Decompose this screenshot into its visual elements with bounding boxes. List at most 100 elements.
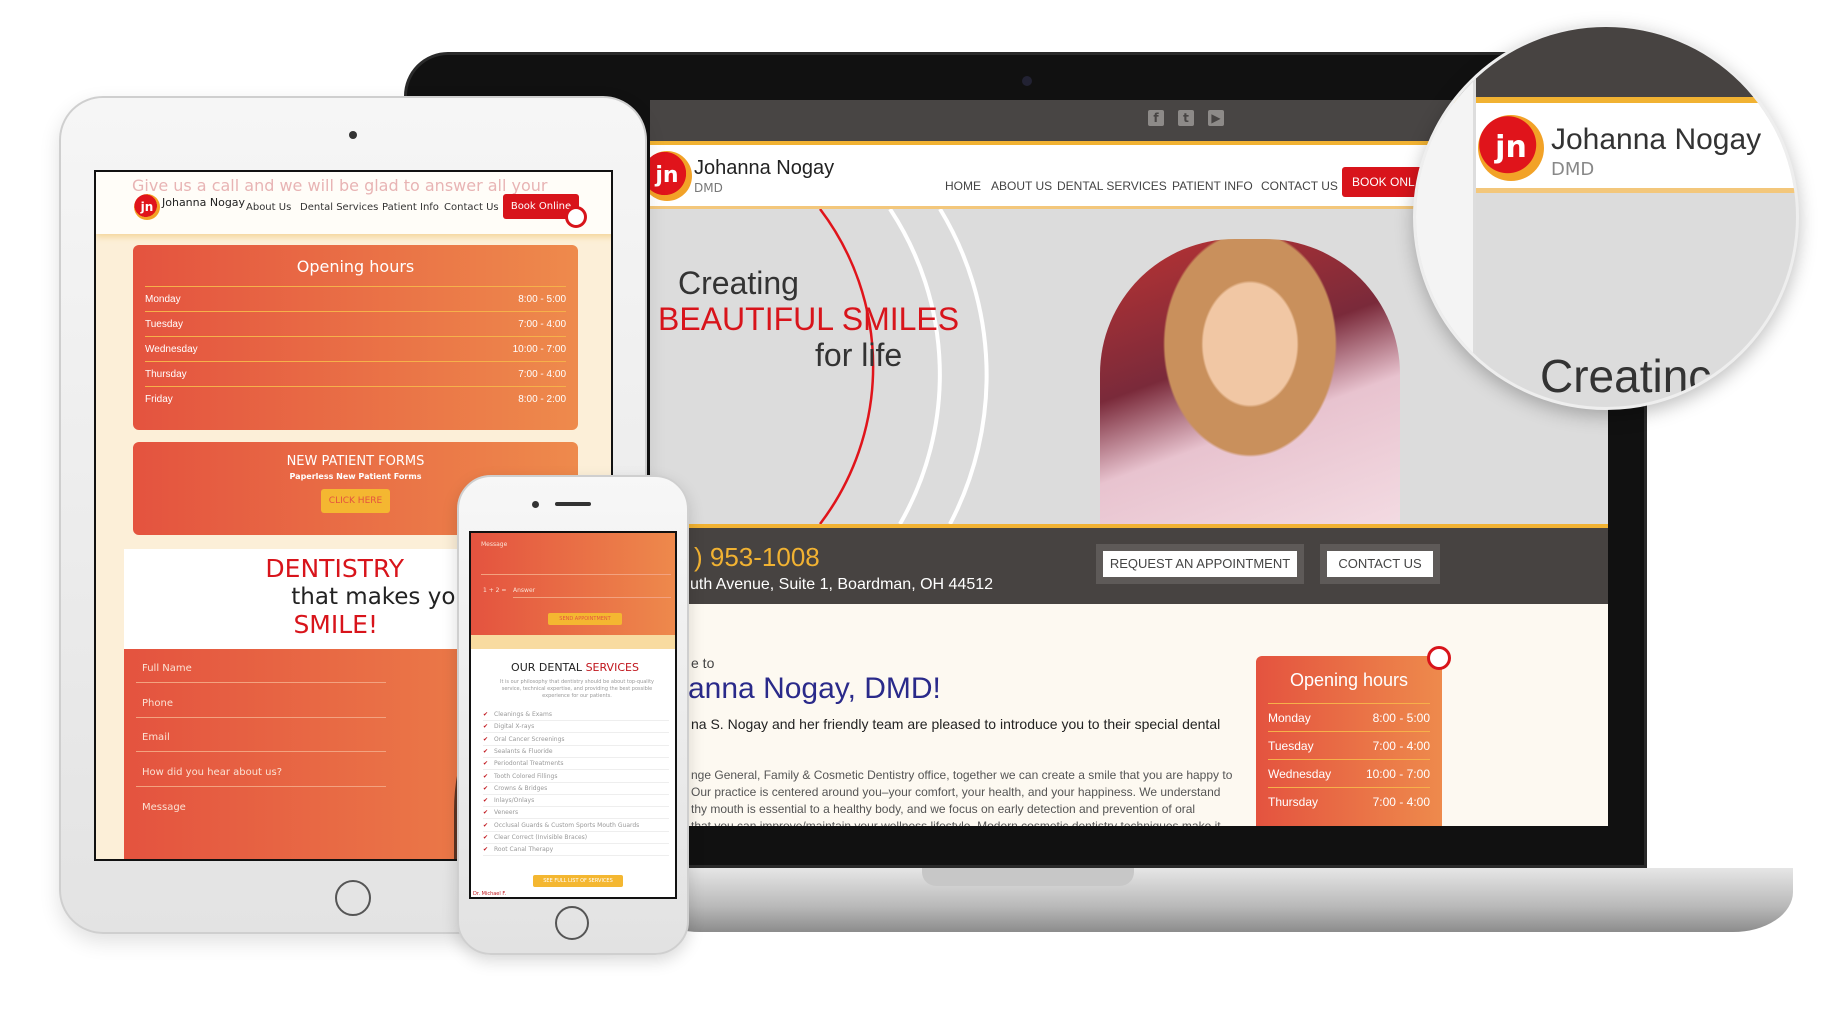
body-line: Our practice is centered around you–your…: [691, 785, 1221, 799]
hours-title: Opening hours: [296, 257, 415, 276]
time: 7:00 - 4:00: [1372, 795, 1430, 809]
message-field[interactable]: Message: [136, 802, 386, 813]
service-item: ✔ Oral Cancer Screenings: [483, 734, 669, 746]
welcome-title: anna Nogay, DMD!: [688, 672, 941, 705]
service-label: Cleanings & Exams: [494, 711, 552, 718]
laptop-notch: [922, 868, 1134, 886]
address: uth Avenue, Suite 1, Boardman, OH 44512: [690, 576, 994, 593]
contact-us-button[interactable]: CONTACT US: [1320, 544, 1440, 584]
hero-line-3: for life: [815, 337, 903, 373]
service-item: ✔ Clear Correct (Invisible Braces): [483, 832, 669, 844]
day: Tuesday: [145, 319, 183, 330]
hours-row: Wednesday 10:00 - 7:00: [1268, 759, 1430, 787]
tablet-home-button[interactable]: [335, 880, 371, 916]
hours-row: Tuesday 7:00 - 4:00: [1268, 731, 1430, 759]
phone-message-field[interactable]: Message: [481, 541, 671, 575]
hours-row: Monday 8:00 - 5:00: [1268, 703, 1430, 731]
tablet-logo-icon[interactable]: jn: [134, 194, 160, 220]
tablet-hours-card: Opening hours Monday 8:00 - 5:00 Tuesday 7…: [133, 245, 578, 430]
email-field[interactable]: Email: [136, 732, 386, 752]
youtube-icon[interactable]: ▶: [1208, 110, 1224, 126]
service-item: ✔ Periodontal Treatments: [483, 758, 669, 771]
magnified-logo-icon: jn: [1478, 115, 1544, 181]
services-title-a: OUR DENTAL: [511, 661, 583, 674]
service-label: Occlusal Guards & Custom Sports Mouth Gu…: [494, 821, 640, 829]
check-icon: ✔: [483, 797, 489, 805]
body-line: nge General, Family & Cosmetic Dentistry…: [691, 768, 1233, 782]
service-label: Digital X-rays: [494, 723, 535, 731]
service-label: Oral Cancer Screenings: [494, 735, 565, 743]
service-label: Periodontal Treatments: [494, 760, 564, 768]
service-label: Veneers: [494, 809, 519, 817]
day: Friday: [145, 394, 173, 405]
service-item: ✔ Cleanings & Exams: [483, 709, 669, 721]
check-icon: ✔: [483, 711, 489, 718]
full-name-field[interactable]: Full Name: [136, 663, 386, 683]
service-label: Tooth Colored Fillings: [494, 772, 558, 780]
hours-row: Tuesday 7:00 - 4:00: [145, 311, 566, 336]
book-online-button[interactable]: BOOK ONL: [1342, 167, 1422, 197]
magnified-brand-name: Johanna Nogay: [1551, 123, 1762, 156]
nav-patient-info[interactable]: PATIENT INFO: [1172, 179, 1253, 193]
services-title-b: SERVICES: [585, 661, 639, 674]
check-icon: ✔: [483, 809, 489, 817]
day: Wednesday: [1268, 767, 1332, 781]
magnified-hero-text: Creatinc: [1540, 350, 1712, 402]
time: 8:00 - 5:00: [518, 294, 566, 305]
tablet-nav-about[interactable]: About Us: [246, 202, 291, 213]
check-icon: ✔: [483, 747, 489, 755]
see-full-list-button[interactable]: SEE FULL LIST OF SERVICES: [533, 875, 623, 887]
footer-fragment: Dr. Michael F.: [473, 891, 507, 897]
hero-line-1: Creating: [678, 265, 799, 301]
logo-icon[interactable]: jn: [650, 151, 692, 201]
tagline-section: DENTISTRY that makes you SMILE!: [124, 549, 484, 649]
day: Wednesday: [145, 344, 198, 355]
service-item: ✔ Sealants & Fluoride: [483, 746, 669, 758]
divider-strip: [471, 635, 675, 649]
request-appointment-button[interactable]: REQUEST AN APPOINTMENT: [1096, 544, 1304, 584]
nav-home[interactable]: HOME: [945, 179, 981, 193]
body-line: that you can improve/maintain your welln…: [691, 819, 1221, 826]
tablet-nav-patient[interactable]: Patient Info: [382, 202, 439, 213]
tablet-brand-name: Johanna Nogay: [162, 196, 246, 209]
hero-photo: [1100, 239, 1400, 524]
service-item: ✔ Tooth Colored Fillings: [483, 771, 669, 783]
phone-screen: Message 1 + 2 = Answer SEND APPOINTMENT …: [469, 531, 677, 899]
nav-contact[interactable]: CONTACT US: [1261, 179, 1338, 193]
services-title: OUR DENTAL SERVICES: [471, 661, 675, 674]
phone-number[interactable]: ) 953-1008: [694, 542, 820, 573]
send-appointment-button[interactable]: SEND APPOINTMENT: [548, 613, 622, 625]
brand-suffix: DMD: [694, 181, 723, 195]
welcome-pre: e to: [691, 655, 715, 671]
tablet-camera: [349, 131, 357, 139]
hours-row: Monday 8:00 - 5:00: [145, 286, 566, 311]
tagline-1: DENTISTRY: [265, 554, 404, 583]
day: Monday: [1268, 711, 1311, 725]
clock-icon: [565, 206, 587, 228]
click-here-button[interactable]: CLICK HERE: [320, 489, 391, 513]
clock-icon: [1427, 646, 1451, 670]
body-text: nge General, Family & Cosmetic Dentistry…: [691, 767, 1232, 826]
day: Thursday: [145, 369, 187, 380]
nav-dental-services[interactable]: DENTAL SERVICES: [1057, 179, 1167, 193]
check-icon: ✔: [483, 784, 489, 792]
tablet-nav-dental[interactable]: Dental Services: [300, 202, 378, 213]
nav-about[interactable]: ABOUT US: [991, 179, 1052, 193]
tablet-nav-contact[interactable]: Contact Us: [444, 202, 499, 213]
phone-speaker: [555, 502, 591, 506]
opening-hours-card: Opening hours Monday 8:00 - 5:00 Tuesday 7…: [1256, 656, 1442, 826]
hours-row: Friday 8:00 - 2:00: [145, 386, 566, 411]
tagline-2: that makes you: [291, 584, 470, 610]
time: 8:00 - 2:00: [518, 394, 566, 405]
day: Monday: [145, 294, 181, 305]
facebook-icon[interactable]: f: [1148, 110, 1164, 126]
service-item: ✔ Root Canal Therapy: [483, 844, 669, 857]
time: 7:00 - 4:00: [518, 369, 566, 380]
referral-field[interactable]: How did you hear about us?: [136, 767, 386, 787]
check-icon: ✔: [483, 760, 489, 768]
laptop-camera: [1022, 76, 1032, 86]
captcha-answer-field[interactable]: Answer: [513, 587, 671, 598]
phone-field[interactable]: Phone: [136, 698, 386, 718]
twitter-icon[interactable]: t: [1178, 110, 1194, 126]
phone-home-button[interactable]: [555, 906, 589, 940]
